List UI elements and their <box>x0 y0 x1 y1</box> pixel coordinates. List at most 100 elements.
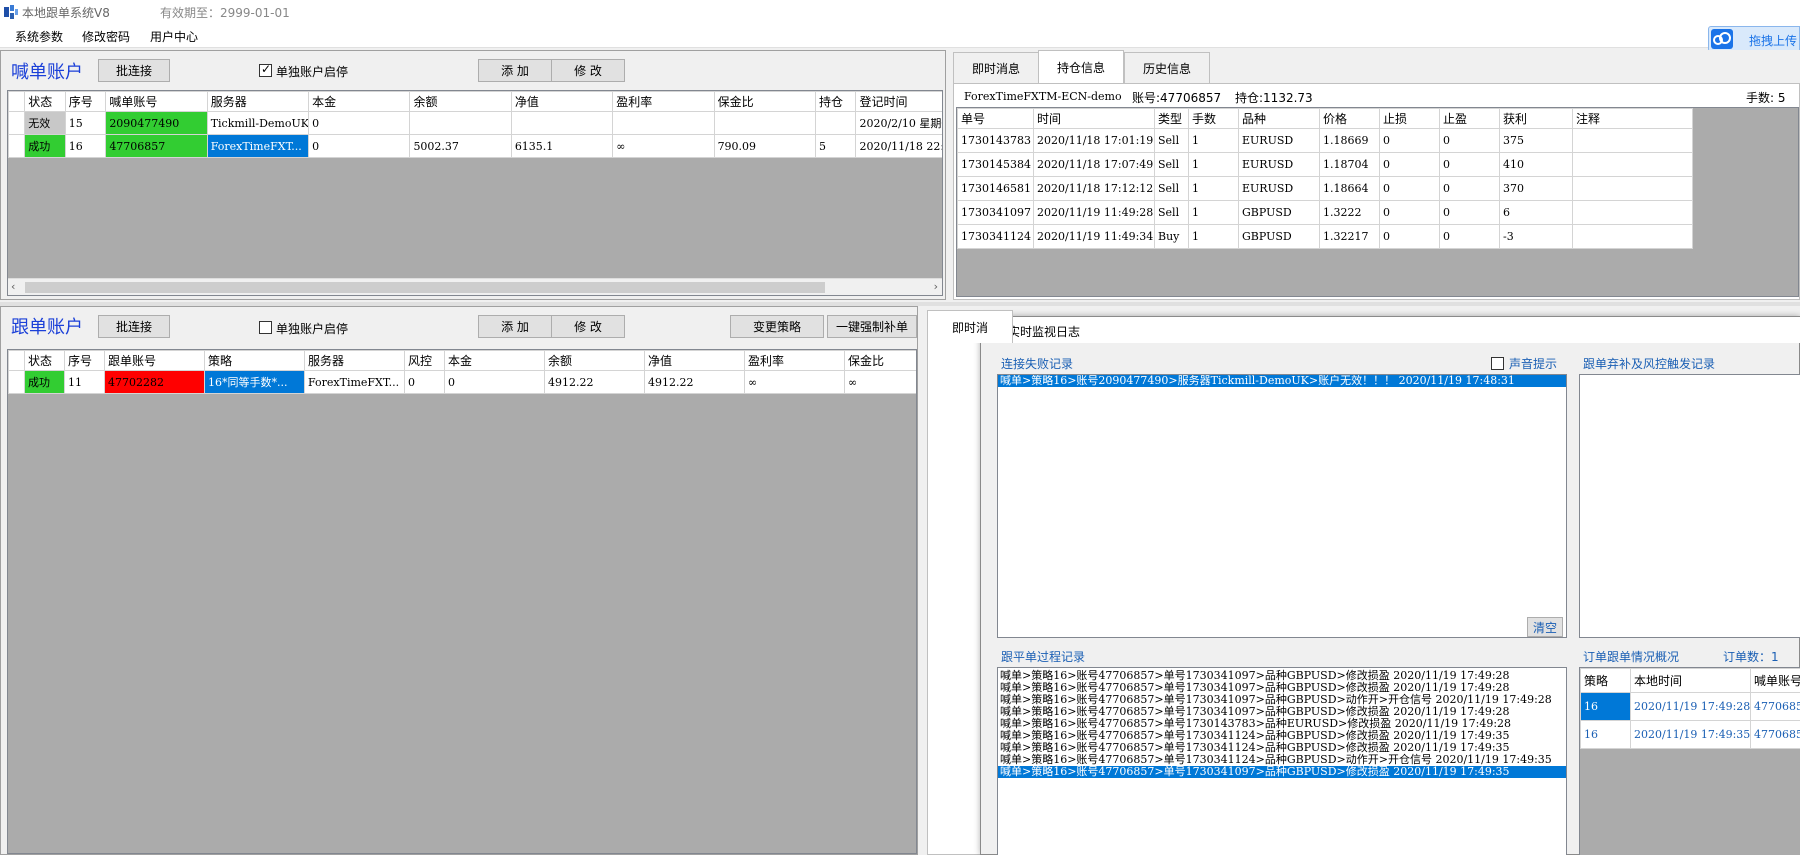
table-cell[interactable]: 1 <box>1188 128 1239 153</box>
follow-batch-connect-button[interactable]: 批连接 <box>98 315 170 338</box>
table-cell[interactable] <box>1572 152 1693 177</box>
column-header[interactable]: 价格 <box>1319 108 1380 129</box>
table-cell[interactable]: 790.09 <box>713 134 816 158</box>
table-cell[interactable] <box>1572 200 1693 225</box>
follow-single-toggle-checkbox[interactable] <box>259 321 272 337</box>
table-cell[interactable]: -3 <box>1499 224 1573 249</box>
table-cell[interactable]: 410 <box>1499 152 1573 177</box>
table-cell[interactable]: 5 <box>814 134 857 158</box>
column-header[interactable]: 单号 <box>957 108 1034 129</box>
table-cell[interactable]: GBPUSD <box>1238 224 1320 249</box>
table-cell[interactable]: 2020/11/18 17:01:19 <box>1033 128 1155 153</box>
table-cell[interactable]: Sell <box>1154 152 1189 177</box>
change-strategy-button[interactable]: 变更策略 <box>730 315 824 338</box>
column-header[interactable]: 获利 <box>1499 108 1573 129</box>
column-header[interactable]: 盈利率 <box>744 350 845 371</box>
table-cell[interactable]: 0 <box>1439 176 1500 201</box>
table-cell[interactable]: 16 <box>1580 720 1631 749</box>
horizontal-scrollbar[interactable]: ‹ › <box>8 278 942 295</box>
list-item[interactable]: 喊单>策略16>账号2090477490>服务器Tickmill-DemoUK>… <box>998 375 1566 387</box>
column-header[interactable]: 余额 <box>409 91 512 112</box>
column-header[interactable]: 状态 <box>24 350 65 371</box>
column-header[interactable]: 手数 <box>1188 108 1239 129</box>
table-cell[interactable]: 0 <box>404 370 445 394</box>
abandon-list[interactable] <box>1579 374 1800 638</box>
table-cell[interactable]: 2020/11/18 17:07:49 <box>1033 152 1155 177</box>
table-cell[interactable]: 1 <box>1188 152 1239 177</box>
table-row[interactable]: 成功 11 47702282 16*同等手数*... ForexTimeFXT.… <box>8 370 916 394</box>
table-cell[interactable]: Sell <box>1154 176 1189 201</box>
table-cell[interactable]: 1730341124 <box>957 224 1034 249</box>
column-header[interactable]: 时间 <box>1033 108 1155 129</box>
table-cell[interactable]: 0 <box>1439 224 1500 249</box>
column-header[interactable]: 本金 <box>444 350 545 371</box>
column-header[interactable]: 喊单账号 <box>105 91 208 112</box>
column-header[interactable]: 注释 <box>1572 108 1693 129</box>
column-header[interactable]: 本地时间 <box>1630 668 1751 693</box>
table-cell[interactable]: 1 <box>1188 224 1239 249</box>
status-cell[interactable]: 无效 <box>24 111 66 135</box>
table-row[interactable]: 16 2020/11/19 17:49:28 47706857 <box>1580 692 1800 721</box>
table-cell[interactable]: 1730143783 <box>957 128 1034 153</box>
table-cell[interactable]: 5002.37 <box>409 134 512 158</box>
table-cell[interactable]: 11 <box>64 370 105 394</box>
account-cell[interactable]: 47706857 <box>105 134 208 158</box>
table-cell[interactable]: 4912.22 <box>644 370 745 394</box>
column-header[interactable]: 状态 <box>24 91 66 112</box>
table-cell[interactable]: 16 <box>64 134 107 158</box>
table-cell[interactable]: ∞ <box>844 370 916 394</box>
table-cell[interactable]: 16*同等手数*... <box>204 370 305 394</box>
tab-instant-messages[interactable]: 即时消息 <box>953 52 1039 83</box>
table-row[interactable]: 成功 16 47706857 ForexTimeFXT... 0 5002.37… <box>8 134 942 158</box>
table-cell[interactable]: 6 <box>1499 200 1573 225</box>
follow-add-button[interactable]: 添 加 <box>478 315 552 338</box>
table-cell[interactable] <box>409 111 512 135</box>
table-cell[interactable]: 1.18664 <box>1319 176 1380 201</box>
table-cell[interactable]: 1.18704 <box>1319 152 1380 177</box>
call-edit-button[interactable]: 修 改 <box>551 59 625 82</box>
table-row[interactable]: 1730146581 2020/11/18 17:12:12 Sell 1 EURUSD… <box>957 176 1693 201</box>
column-header[interactable]: 净值 <box>644 350 745 371</box>
table-cell[interactable]: 1.3222 <box>1319 200 1380 225</box>
column-header[interactable]: 止盈 <box>1439 108 1500 129</box>
table-cell[interactable] <box>713 111 816 135</box>
table-cell[interactable]: EURUSD <box>1238 128 1320 153</box>
conn-fail-list[interactable]: 喊单>策略16>账号2090477490>服务器Tickmill-DemoUK>… <box>997 374 1567 638</box>
scrollbar-thumb[interactable] <box>25 282 825 293</box>
table-cell[interactable]: 2020/11/18 17:12:12 <box>1033 176 1155 201</box>
table-cell[interactable]: Sell <box>1154 200 1189 225</box>
follow-edit-button[interactable]: 修 改 <box>551 315 625 338</box>
table-cell[interactable]: 0 <box>308 111 411 135</box>
table-cell[interactable]: 4912.22 <box>544 370 645 394</box>
cloud-upload-button[interactable]: 拖拽上传 <box>1708 26 1800 52</box>
column-header[interactable]: 保金比 <box>844 350 916 371</box>
row-header[interactable] <box>8 370 25 394</box>
table-cell[interactable] <box>1572 224 1693 249</box>
table-cell[interactable]: ForexTimeFXT... <box>206 134 310 158</box>
table-cell[interactable]: 0 <box>308 134 411 158</box>
table-cell[interactable]: 2020/2/10 星期一 <box>855 111 942 135</box>
tab-history[interactable]: 历史信息 <box>1124 52 1210 83</box>
table-cell[interactable]: 15 <box>64 111 107 135</box>
table-cell[interactable]: 2020/11/19 11:49:34 <box>1033 224 1155 249</box>
table-cell[interactable]: Buy <box>1154 224 1189 249</box>
table-cell[interactable]: 375 <box>1499 128 1573 153</box>
column-header[interactable]: 策略 <box>204 350 305 371</box>
column-header[interactable]: 服务器 <box>304 350 405 371</box>
table-cell[interactable]: 2020/11/19 11:49:28 <box>1033 200 1155 225</box>
column-header[interactable]: 风控 <box>404 350 445 371</box>
column-header[interactable]: 策略 <box>1580 668 1631 693</box>
column-header[interactable]: 品种 <box>1238 108 1320 129</box>
account-cell[interactable]: 47702282 <box>104 370 205 394</box>
force-fill-button[interactable]: 一键强制补单 <box>827 315 917 338</box>
column-header[interactable]: 净值 <box>510 91 614 112</box>
table-row[interactable]: 16 2020/11/19 17:49:35 47706857 <box>1580 720 1800 749</box>
column-header[interactable]: 保金比 <box>713 91 816 112</box>
table-cell[interactable] <box>510 111 614 135</box>
table-row[interactable]: 1730143783 2020/11/18 17:01:19 Sell 1 EURUSD… <box>957 128 1693 153</box>
menu-item-change-password[interactable]: 修改密码 <box>82 28 130 45</box>
scroll-left-icon[interactable]: ‹ <box>11 280 15 293</box>
table-cell[interactable]: Sell <box>1154 128 1189 153</box>
table-cell[interactable]: 0 <box>1439 152 1500 177</box>
tab-instant-messages-lower[interactable]: 即时消 <box>927 310 1013 343</box>
